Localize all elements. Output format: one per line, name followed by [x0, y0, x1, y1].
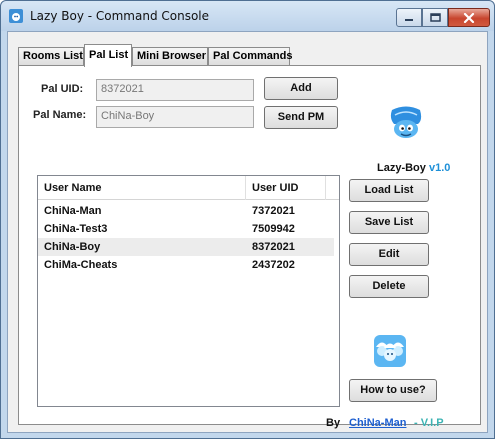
minimize-icon: [405, 18, 413, 21]
tab-pal-list[interactable]: Pal List: [84, 44, 132, 67]
save-list-button[interactable]: Save List: [349, 211, 429, 234]
row-user-name: ChiMa-Cheats: [44, 259, 118, 271]
row-user-uid: 7372021: [252, 205, 295, 217]
pal-name-label: Pal Name:: [33, 109, 87, 121]
list-row[interactable]: ChiNa-Test3 7509942: [38, 220, 334, 238]
column-user-uid[interactable]: User UID: [246, 176, 326, 200]
footer-by: By: [326, 417, 341, 429]
row-user-uid: 8372021: [252, 241, 295, 253]
window-title: Lazy Boy - Command Console: [30, 9, 210, 23]
pal-list-panel: Pal UID: 8372021 Pal Name: ChiNa-Boy Add…: [18, 65, 481, 425]
how-to-use-button[interactable]: How to use?: [349, 379, 437, 402]
brand-name: Lazy-Boy: [377, 162, 426, 174]
list-row[interactable]: ChiMa-Cheats 2437202: [38, 256, 334, 274]
row-user-name: ChiNa-Test3: [44, 223, 108, 235]
tab-pal-commands[interactable]: Pal Commands: [208, 47, 292, 66]
brand-version: v1.0: [429, 162, 451, 174]
tab-rooms-list[interactable]: Rooms List: [18, 47, 84, 66]
author-link[interactable]: ChiNa-Man: [349, 417, 406, 429]
row-user-name: ChiNa-Man: [44, 205, 102, 217]
list-row[interactable]: ChiNa-Man 7372021: [38, 202, 334, 220]
load-list-button[interactable]: Load List: [349, 179, 429, 202]
close-button[interactable]: [448, 8, 490, 27]
app-window: Lazy Boy - Command Console Rooms List Pa…: [0, 0, 495, 439]
smurf-logo-icon: [390, 106, 422, 138]
minimize-button[interactable]: [396, 8, 422, 27]
send-pm-button[interactable]: Send PM: [264, 106, 338, 129]
row-user-uid: 7509942: [252, 223, 295, 235]
maximize-icon: [429, 13, 441, 22]
vip-badge: - V.I.P: [414, 417, 444, 429]
client-area: Rooms List Pal List Mini Browser Pal Com…: [7, 31, 488, 433]
list-header: User Name User UID: [38, 176, 339, 200]
title-bar[interactable]: Lazy Boy - Command Console: [1, 1, 494, 31]
column-user-name[interactable]: User Name: [38, 176, 246, 200]
edit-button[interactable]: Edit: [349, 243, 429, 266]
add-button[interactable]: Add: [264, 77, 338, 100]
pal-list-view[interactable]: User Name User UID ChiNa-Man 7372021 Chi…: [37, 175, 340, 407]
delete-button[interactable]: Delete: [349, 275, 429, 298]
maximize-button[interactable]: [422, 8, 448, 27]
pal-uid-label: Pal UID:: [41, 83, 84, 95]
pal-name-field[interactable]: ChiNa-Boy: [96, 106, 254, 128]
row-user-uid: 2437202: [252, 259, 295, 271]
pal-uid-field[interactable]: 8372021: [96, 79, 254, 101]
close-icon: [463, 12, 475, 23]
list-row-selected[interactable]: ChiNa-Boy 8372021: [38, 238, 334, 256]
tab-mini-browser[interactable]: Mini Browser: [132, 47, 208, 66]
group-smurf-icon: [374, 335, 406, 367]
footer: By ChiNa-Man - V.I.P: [8, 405, 489, 433]
row-user-name: ChiNa-Boy: [44, 241, 101, 253]
smurf-app-icon: [9, 9, 23, 23]
header-scroll-cap: [326, 176, 339, 200]
